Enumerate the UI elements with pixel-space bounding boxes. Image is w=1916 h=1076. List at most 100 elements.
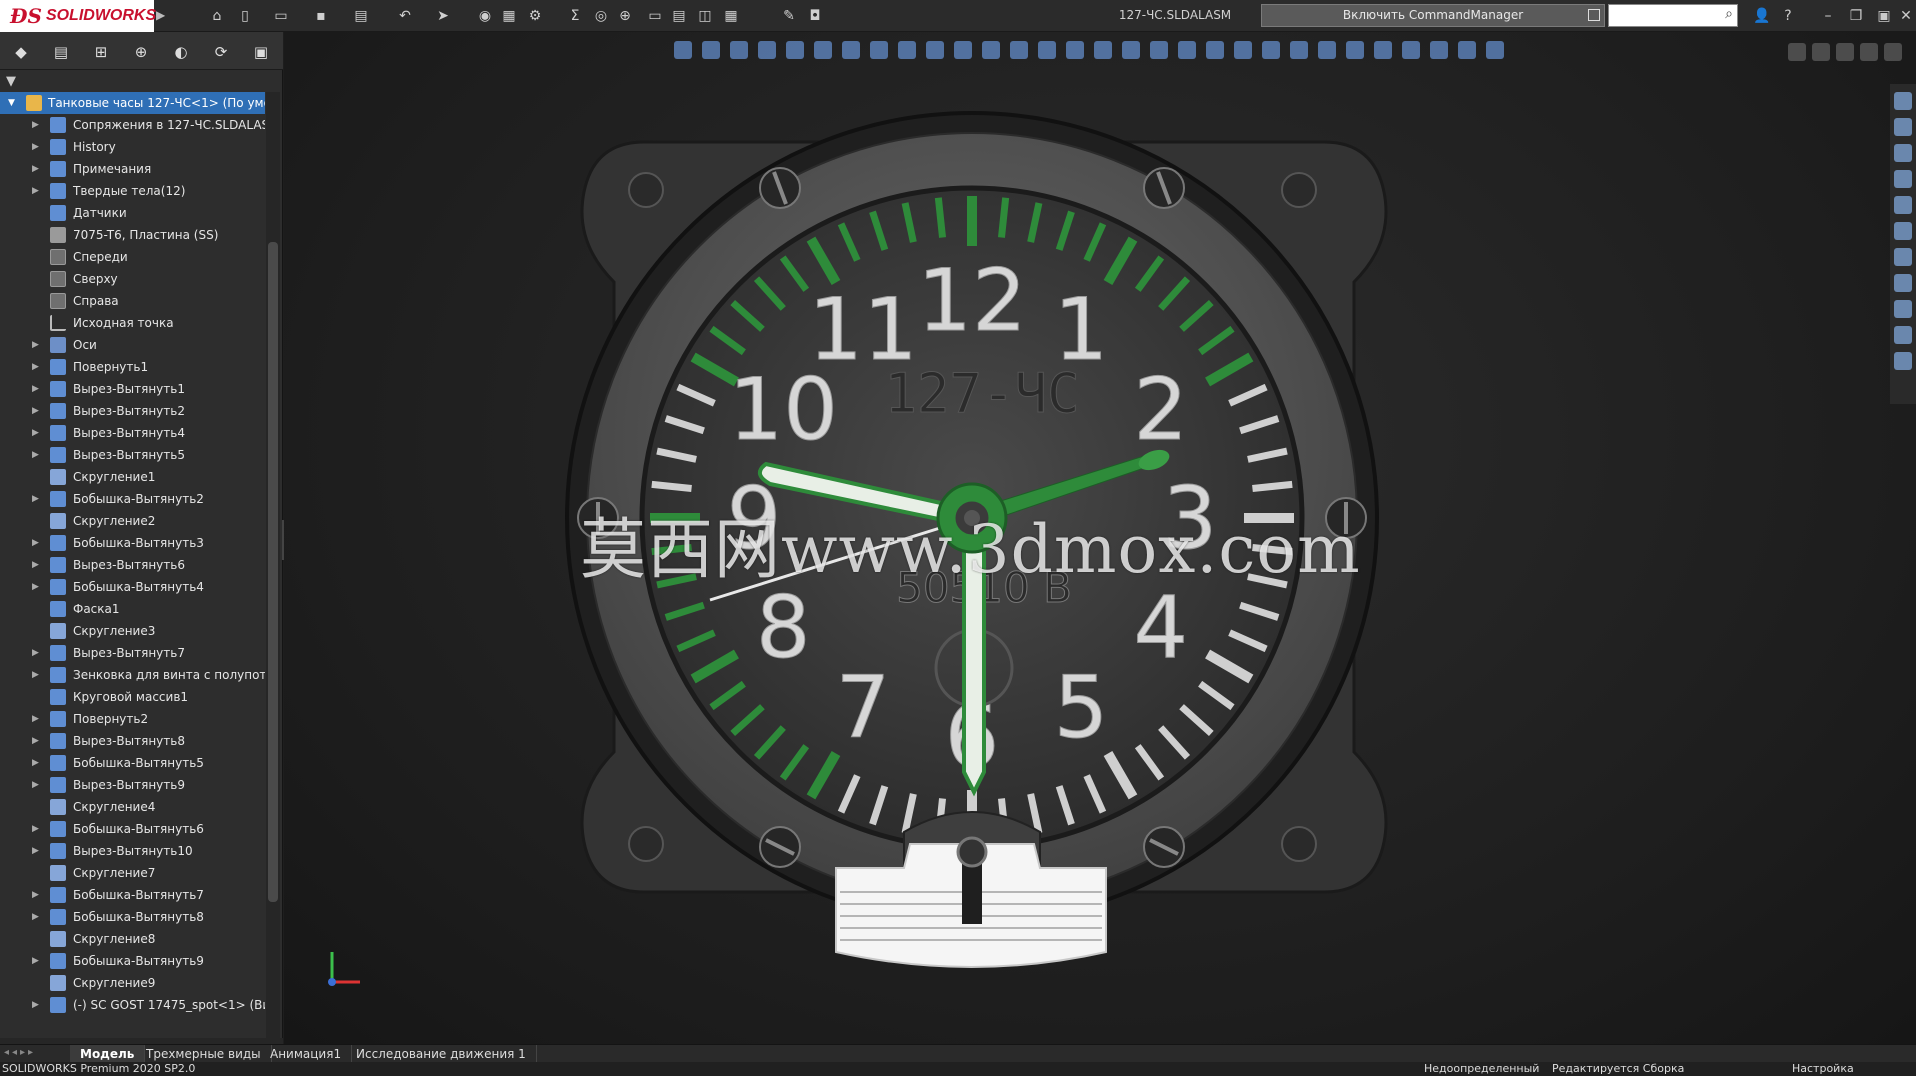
select-arrow-icon[interactable]: ➤ xyxy=(434,7,452,25)
expand-arrow-icon[interactable]: ▶ xyxy=(32,114,42,136)
tree-item[interactable]: 7075-T6, Пластина (SS) xyxy=(0,224,265,246)
expand-arrow-icon[interactable]: ▶ xyxy=(32,488,42,510)
collapse-arrow-icon[interactable]: ▼ xyxy=(8,92,18,114)
dynamic-annotation-icon[interactable] xyxy=(786,41,804,59)
pdm-icon[interactable] xyxy=(1894,326,1912,344)
tree-item[interactable]: ▶ Вырез-Вытянуть10 xyxy=(0,840,265,862)
tab-scroll-arrows-icon[interactable]: ◂◂▸▸ xyxy=(4,1047,66,1061)
layout-four-icon[interactable]: ▦ xyxy=(722,7,740,25)
toolbox-icon[interactable] xyxy=(1894,300,1912,318)
expand-arrow-icon[interactable]: ▶ xyxy=(32,378,42,400)
tab-model[interactable]: Модель xyxy=(70,1045,146,1063)
view-settings-icon[interactable] xyxy=(1262,41,1280,59)
print-icon[interactable]: ▤ xyxy=(352,7,370,25)
expand-arrow-icon[interactable]: ▶ xyxy=(32,532,42,554)
dynamic-annotation-icon[interactable] xyxy=(1402,41,1420,59)
feature-tree-scrollbar[interactable] xyxy=(266,92,280,1040)
display-style-icon[interactable] xyxy=(842,41,860,59)
viewport-close-icon[interactable] xyxy=(1884,43,1902,61)
search-input[interactable]: ⌕ xyxy=(1608,4,1738,27)
mass-properties-icon[interactable]: ⊕ xyxy=(616,7,634,25)
tree-item[interactable]: Круговой массив1 xyxy=(0,686,265,708)
rebuild-icon[interactable]: ◉ xyxy=(476,7,494,25)
sketch-tool-icon[interactable]: ✎ xyxy=(780,7,798,25)
tree-item[interactable]: ▶ Бобышка-Вытянуть7 xyxy=(0,884,265,906)
tree-item[interactable]: ▶ Зенковка для винта с полупотайно xyxy=(0,664,265,686)
zoom-to-fit-icon[interactable] xyxy=(982,41,1000,59)
viewport-tile-icon[interactable] xyxy=(1788,43,1806,61)
tree-item[interactable]: Исходная точка xyxy=(0,312,265,334)
expand-arrow-icon[interactable]: ▶ xyxy=(32,334,42,356)
solidworks-logo[interactable]: ƉS SOLIDWORKS xyxy=(0,0,156,32)
hide-show-icon[interactable] xyxy=(1178,41,1196,59)
display-style-icon[interactable] xyxy=(1458,41,1476,59)
appearances-icon[interactable] xyxy=(1894,196,1912,214)
viewport-restore-icon[interactable] xyxy=(1860,43,1878,61)
layout-horizontal-icon[interactable]: ▤ xyxy=(670,7,688,25)
close-icon[interactable]: ✕ xyxy=(1896,6,1916,26)
tree-item[interactable]: Сверху xyxy=(0,268,265,290)
tree-item[interactable]: Скругление4 xyxy=(0,796,265,818)
tree-item[interactable]: Скругление9 xyxy=(0,972,265,994)
expand-arrow-icon[interactable]: ▶ xyxy=(32,818,42,840)
previous-view-icon[interactable] xyxy=(1038,41,1056,59)
previous-view-icon[interactable] xyxy=(1346,41,1364,59)
apply-scene-icon[interactable] xyxy=(1234,41,1252,59)
menu-expand-icon[interactable]: ▶ xyxy=(156,8,172,24)
hide-show-icon[interactable] xyxy=(1486,41,1504,59)
cam-tab-icon[interactable]: ⟳ xyxy=(210,41,232,63)
tree-item[interactable]: ▶ Оси xyxy=(0,334,265,356)
tree-item[interactable]: Скругление3 xyxy=(0,620,265,642)
tree-item[interactable]: Скругление2 xyxy=(0,510,265,532)
edit-appearance-icon[interactable] xyxy=(898,41,916,59)
save-icon[interactable]: ▪ xyxy=(312,7,330,25)
tree-item[interactable]: Скругление7 xyxy=(0,862,265,884)
apply-scene-icon[interactable] xyxy=(926,41,944,59)
tree-item[interactable]: ▶ (-) SC GOST 17475_spot<1> (Винт А.М1.6 xyxy=(0,994,265,1016)
tree-item[interactable]: Справа xyxy=(0,290,265,312)
section-view-icon[interactable] xyxy=(1374,41,1392,59)
expand-arrow-icon[interactable]: ▶ xyxy=(32,774,42,796)
graphics-viewport[interactable]: 121234567891011 127-ЧС 50510 B 莫西网www.3d… xyxy=(284,32,1916,1044)
view-orientation-icon[interactable] xyxy=(814,41,832,59)
solidworks-forum-icon[interactable] xyxy=(1894,248,1912,266)
dimxpert-tab-icon[interactable]: ⊕ xyxy=(130,41,152,63)
display-style-icon[interactable] xyxy=(1150,41,1168,59)
tree-item[interactable]: ▶ Бобышка-Вытянуть8 xyxy=(0,906,265,928)
tree-item[interactable]: Скругление8 xyxy=(0,928,265,950)
tree-item[interactable]: Фаска1 xyxy=(0,598,265,620)
tree-item[interactable]: ▶ Бобышка-Вытянуть4 xyxy=(0,576,265,598)
camera-icon[interactable]: ◘ xyxy=(806,7,824,25)
expand-arrow-icon[interactable]: ▶ xyxy=(32,180,42,202)
expand-arrow-icon[interactable]: ▶ xyxy=(32,906,42,928)
minimize-icon[interactable]: – xyxy=(1818,6,1838,26)
help-icon[interactable] xyxy=(1894,352,1912,370)
solidworks-resources-icon[interactable] xyxy=(1894,92,1912,110)
viewport-minimize-icon[interactable] xyxy=(1836,43,1854,61)
tree-item[interactable]: ▶ Бобышка-Вытянуть5 xyxy=(0,752,265,774)
design-library-icon[interactable] xyxy=(1894,118,1912,136)
configuration-manager-tab-icon[interactable]: ⊞ xyxy=(90,41,112,63)
undo-icon[interactable]: ↶ xyxy=(396,7,414,25)
tree-item[interactable]: ▶ Бобышка-Вытянуть2 xyxy=(0,488,265,510)
expand-arrow-icon[interactable]: ▶ xyxy=(32,444,42,466)
zoom-to-fit-icon[interactable] xyxy=(1290,41,1308,59)
home-icon[interactable]: ⌂ xyxy=(208,7,226,25)
zoom-to-fit-icon[interactable] xyxy=(674,41,692,59)
previous-view-icon[interactable] xyxy=(730,41,748,59)
tab-animation1[interactable]: Анимация1 xyxy=(260,1045,353,1063)
tree-item[interactable]: ▶ Вырез-Вытянуть2 xyxy=(0,400,265,422)
tree-root-item[interactable]: ▼ Танковые часы 127-ЧС<1> (По умолча xyxy=(0,92,265,114)
3dexperience-icon[interactable] xyxy=(1894,274,1912,292)
tree-item[interactable]: ▶ Вырез-Вытянуть1 xyxy=(0,378,265,400)
customize-button[interactable]: Настройка xyxy=(1792,1062,1854,1076)
tab-motion-study[interactable]: Исследование движения 1 xyxy=(346,1045,537,1063)
tree-item[interactable]: ▶ Вырез-Вытянуть9 xyxy=(0,774,265,796)
tree-item[interactable]: ▶ History xyxy=(0,136,265,158)
view-palette-icon[interactable] xyxy=(1894,170,1912,188)
expand-arrow-icon[interactable]: ▶ xyxy=(32,422,42,444)
expand-arrow-icon[interactable]: ▶ xyxy=(32,576,42,598)
tree-item[interactable]: Спереди xyxy=(0,246,265,268)
expand-arrow-icon[interactable]: ▶ xyxy=(32,950,42,972)
file-properties-icon[interactable]: ▦ xyxy=(500,7,518,25)
